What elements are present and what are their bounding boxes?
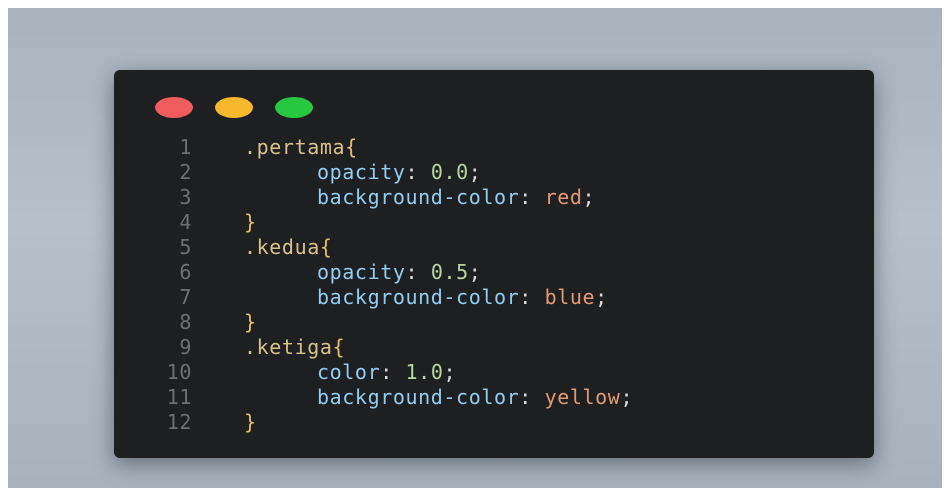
- value: blue: [544, 285, 596, 309]
- code-line: 11 background-color: yellow;: [114, 385, 633, 410]
- line-number: 10: [166, 360, 192, 384]
- line-number: 5: [179, 235, 192, 259]
- colon: :: [405, 260, 419, 284]
- line-number: 1: [179, 135, 192, 159]
- close-button[interactable]: [155, 97, 193, 118]
- semicolon: ;: [582, 185, 596, 209]
- value: yellow: [544, 385, 621, 409]
- property: opacity: [317, 160, 406, 184]
- colon: :: [519, 185, 532, 209]
- window-controls: [155, 97, 313, 118]
- line-number: 6: [179, 260, 192, 284]
- selector: .ketiga: [244, 335, 333, 359]
- colon: :: [519, 385, 532, 409]
- selector: .pertama: [244, 135, 346, 159]
- backdrop: 1 .pertama{ 2 opacity: 0.0; 3 background…: [8, 8, 942, 488]
- value: red: [544, 185, 583, 209]
- maximize-button[interactable]: [275, 97, 313, 118]
- code-line: 12 }: [114, 410, 633, 435]
- code-window: 1 .pertama{ 2 opacity: 0.0; 3 background…: [114, 70, 874, 458]
- close-brace: }: [244, 410, 257, 434]
- code-line: 2 opacity: 0.0;: [114, 160, 633, 185]
- close-brace: }: [244, 210, 257, 234]
- line-number: 3: [179, 185, 192, 209]
- semicolon: ;: [620, 385, 634, 409]
- line-number: 2: [179, 160, 192, 184]
- colon: :: [519, 285, 532, 309]
- semicolon: ;: [443, 360, 457, 384]
- line-number: 7: [179, 285, 192, 309]
- line-number: 12: [166, 410, 192, 434]
- line-number: 9: [179, 335, 192, 359]
- value: 0.0: [430, 160, 469, 184]
- code-line: 10 color: 1.0;: [114, 360, 633, 385]
- code-line: 5 .kedua{: [114, 235, 633, 260]
- colon: :: [405, 160, 419, 184]
- colon: :: [380, 360, 393, 384]
- code-line: 8 }: [114, 310, 633, 335]
- code-line: 3 background-color: red;: [114, 185, 633, 210]
- open-brace: {: [332, 335, 346, 359]
- open-brace: {: [319, 235, 333, 259]
- property: opacity: [317, 260, 406, 284]
- line-number: 11: [166, 385, 192, 409]
- property: color: [317, 360, 381, 384]
- close-brace: }: [244, 310, 257, 334]
- code-editor: 1 .pertama{ 2 opacity: 0.0; 3 background…: [114, 135, 633, 435]
- line-number: 8: [179, 310, 192, 334]
- property: background-color: [317, 285, 520, 309]
- code-line: 7 background-color: blue;: [114, 285, 633, 310]
- semicolon: ;: [468, 160, 482, 184]
- code-line: 6 opacity: 0.5;: [114, 260, 633, 285]
- semicolon: ;: [468, 260, 482, 284]
- code-line: 1 .pertama{: [114, 135, 633, 160]
- selector: .kedua: [244, 235, 320, 259]
- semicolon: ;: [595, 285, 608, 309]
- property: background-color: [317, 385, 520, 409]
- code-line: 9 .ketiga{: [114, 335, 633, 360]
- property: background-color: [317, 185, 520, 209]
- value: 0.5: [430, 260, 469, 284]
- code-line: 4 }: [114, 210, 633, 235]
- open-brace: {: [345, 135, 358, 159]
- value: 1.0: [405, 360, 444, 384]
- line-number: 4: [179, 210, 192, 234]
- minimize-button[interactable]: [215, 97, 253, 118]
